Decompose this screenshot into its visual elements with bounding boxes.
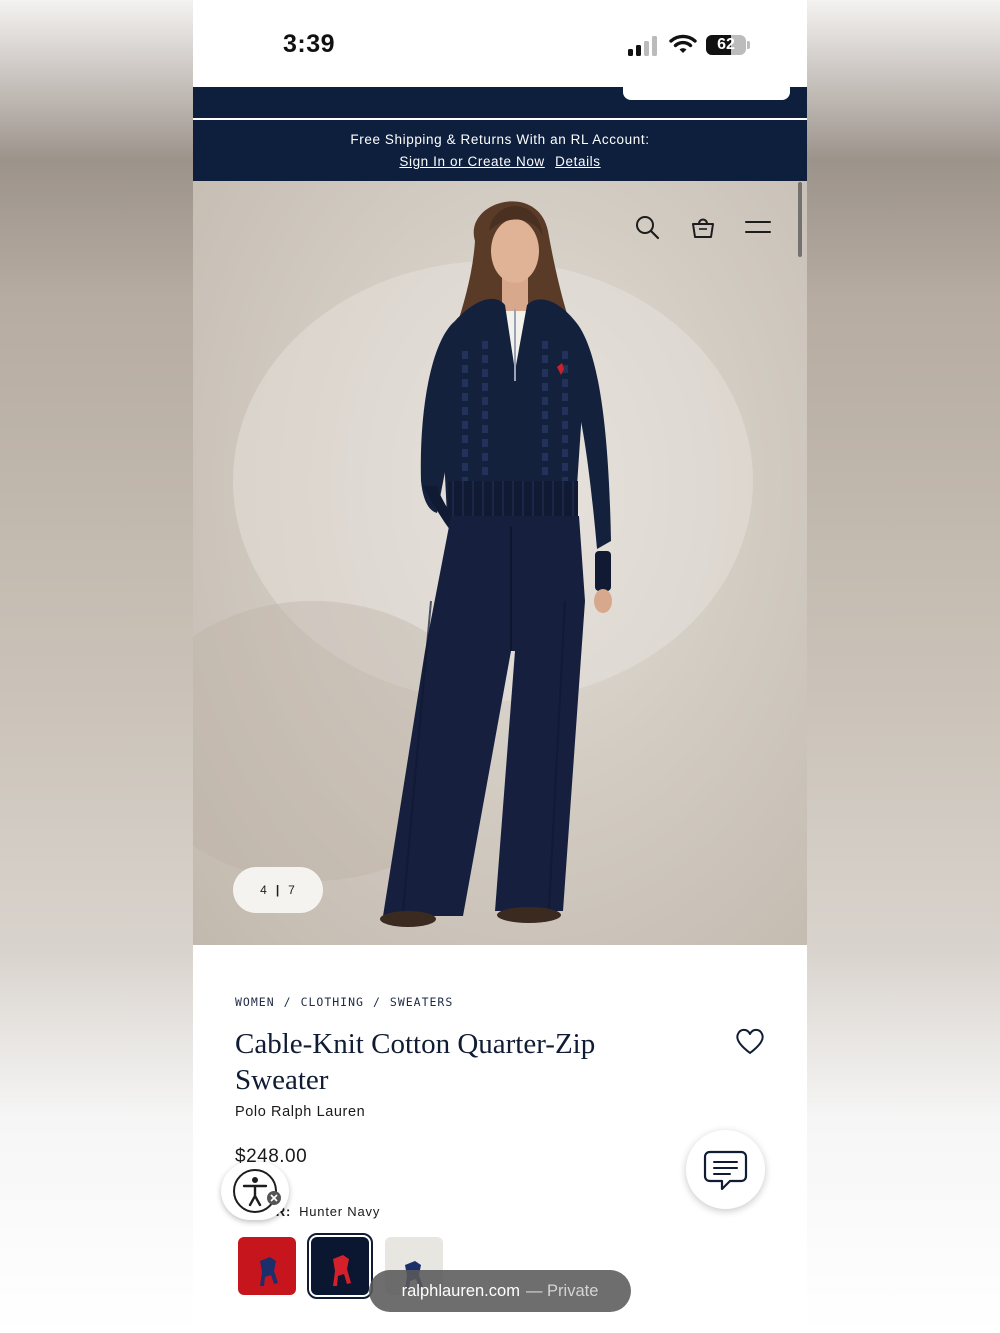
accessibility-button[interactable]: [221, 1162, 289, 1220]
promo-links: Sign In or Create Now Details: [193, 154, 807, 169]
chat-icon: [703, 1150, 748, 1191]
battery-icon: 62: [706, 35, 746, 55]
swatch-image: [311, 1237, 369, 1295]
color-swatch-hunter-navy[interactable]: [307, 1233, 373, 1299]
battery-cap: [747, 41, 750, 49]
product-title: Cable-Knit Cotton Quarter-Zip Sweater: [235, 1028, 596, 1096]
color-swatch-red[interactable]: [238, 1237, 296, 1295]
heart-icon[interactable]: [734, 1026, 766, 1056]
gallery-counter: 4 | 7: [233, 867, 323, 913]
cellular-signal-icon: [628, 34, 660, 56]
breadcrumb-separator: /: [283, 995, 292, 1009]
scrollbar[interactable]: [798, 182, 802, 257]
phone-screen: 3:39 62 Free Shipping & Returns With an …: [193, 0, 807, 1333]
gallery-separator: |: [275, 883, 281, 897]
details-link[interactable]: Details: [555, 154, 600, 169]
accessibility-icon: [233, 1169, 281, 1213]
status-bar: 3:39 62: [193, 0, 807, 87]
top-navigation-bar: [193, 83, 807, 118]
wifi-icon: [669, 34, 697, 53]
status-time: 3:39: [283, 30, 336, 58]
breadcrumb-sweaters[interactable]: SWEATERS: [390, 995, 453, 1009]
product-image[interactable]: 4 | 7: [193, 181, 807, 945]
breadcrumb-clothing[interactable]: CLOTHING: [301, 995, 364, 1009]
breadcrumb-women[interactable]: WOMEN: [235, 995, 275, 1009]
promo-text: Free Shipping & Returns With an RL Accou…: [350, 132, 650, 147]
breadcrumb: WOMEN / CLOTHING / SWEATERS: [235, 995, 453, 1009]
url-bar[interactable]: ralphlauren.com — Private: [369, 1270, 631, 1312]
search-icon[interactable]: [633, 213, 661, 241]
promo-banner: Free Shipping & Returns With an RL Accou…: [193, 120, 807, 181]
product-brand: Polo Ralph Lauren: [235, 1104, 366, 1120]
gallery-current: 4: [260, 883, 268, 897]
color-value: Hunter Navy: [299, 1204, 381, 1219]
menu-icon[interactable]: [744, 213, 772, 241]
chat-button[interactable]: [686, 1130, 765, 1209]
url-domain: ralphlauren.com: [401, 1281, 520, 1300]
sign-in-link[interactable]: Sign In or Create Now: [399, 154, 544, 169]
battery-level: 62: [717, 36, 735, 53]
model-photo: [193, 201, 753, 927]
swatch-image: [238, 1237, 296, 1295]
top-tab: [623, 83, 790, 100]
gallery-total: 7: [288, 883, 296, 897]
breadcrumb-separator: /: [372, 995, 381, 1009]
shopping-bag-icon[interactable]: [689, 213, 717, 241]
private-mode-label: — Private: [525, 1281, 599, 1300]
